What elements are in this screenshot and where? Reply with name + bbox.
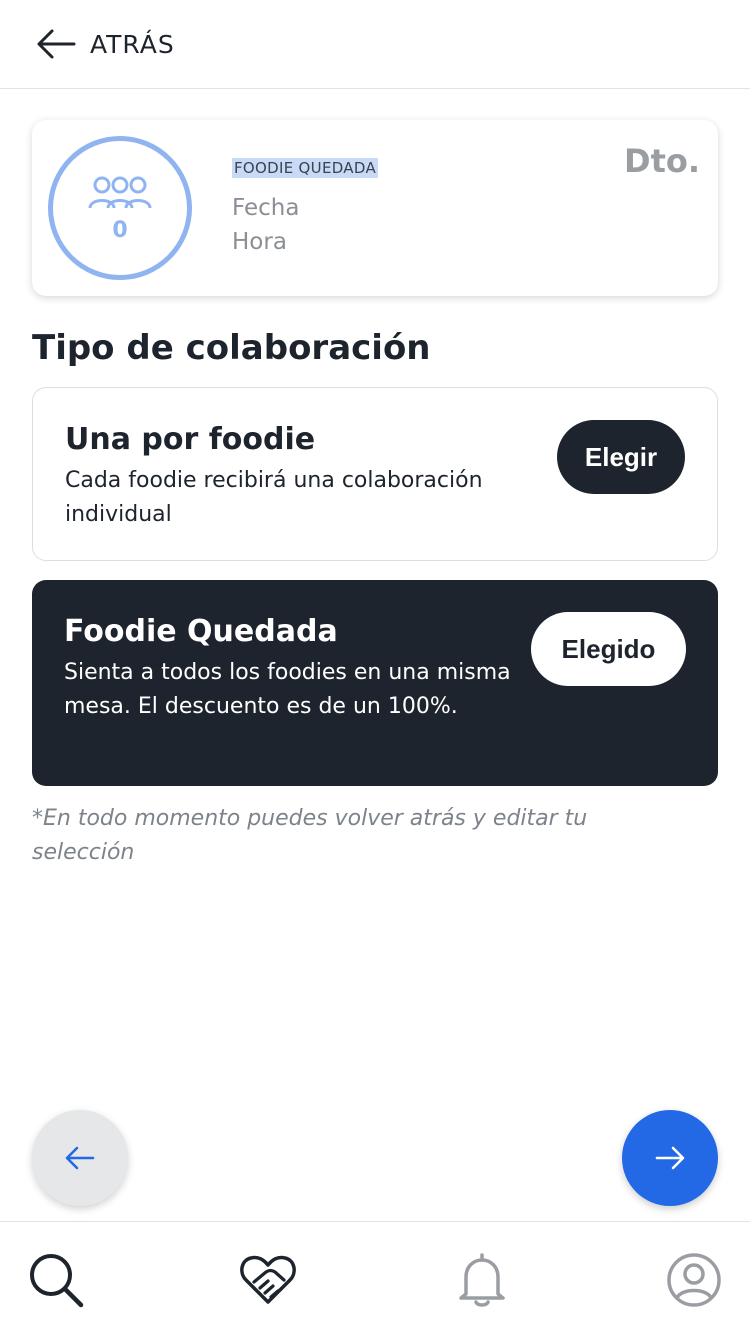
top-bar: ATRÁS <box>0 0 750 89</box>
option-description: Sienta a todos los foodies en una misma … <box>64 660 511 719</box>
collaboration-type-label: FOODIE QUEDADA <box>232 158 379 178</box>
profile-icon <box>667 1253 721 1307</box>
option-title: Foodie Quedada <box>64 614 338 649</box>
option-description: Cada foodie recibirá una colaboración in… <box>65 468 483 527</box>
nav-notifications[interactable] <box>450 1248 514 1312</box>
collaboration-summary-card: 0 FOODIE QUEDADA Fecha Hora Dto. <box>32 120 718 296</box>
search-icon <box>30 1254 84 1308</box>
option-title: Una por foodie <box>65 422 316 457</box>
group-icon <box>88 176 152 208</box>
people-count-ring: 0 <box>48 136 192 280</box>
section-title: Tipo de colaboración <box>32 328 431 368</box>
nav-profile[interactable] <box>662 1248 726 1312</box>
nav-collaborations[interactable] <box>236 1248 300 1312</box>
next-step-button[interactable] <box>622 1110 718 1206</box>
date-label: Fecha <box>232 195 300 221</box>
bell-icon <box>459 1253 505 1307</box>
previous-step-button[interactable] <box>32 1110 128 1206</box>
option-card-group[interactable]: Foodie Quedada Sienta a todos los foodie… <box>32 580 718 786</box>
arrow-left-icon <box>65 1146 95 1170</box>
back-label: ATRÁS <box>90 29 175 59</box>
option-card-individual[interactable]: Una por foodie Cada foodie recibirá una … <box>32 387 718 561</box>
arrow-left-icon <box>37 29 76 59</box>
arrow-right-icon <box>655 1146 685 1170</box>
back-button[interactable]: ATRÁS <box>36 28 175 60</box>
people-count: 0 <box>112 217 128 243</box>
discount-label: Dto. <box>624 142 700 180</box>
chosen-button[interactable]: Elegido <box>531 612 686 686</box>
handshake-heart-icon <box>240 1255 296 1304</box>
edit-selection-note: *En todo momento puedes volver atrás y e… <box>32 806 588 865</box>
nav-search[interactable] <box>24 1248 88 1312</box>
bottom-navigation <box>0 1221 750 1334</box>
choose-button[interactable]: Elegir <box>557 420 685 494</box>
time-label: Hora <box>232 229 287 255</box>
